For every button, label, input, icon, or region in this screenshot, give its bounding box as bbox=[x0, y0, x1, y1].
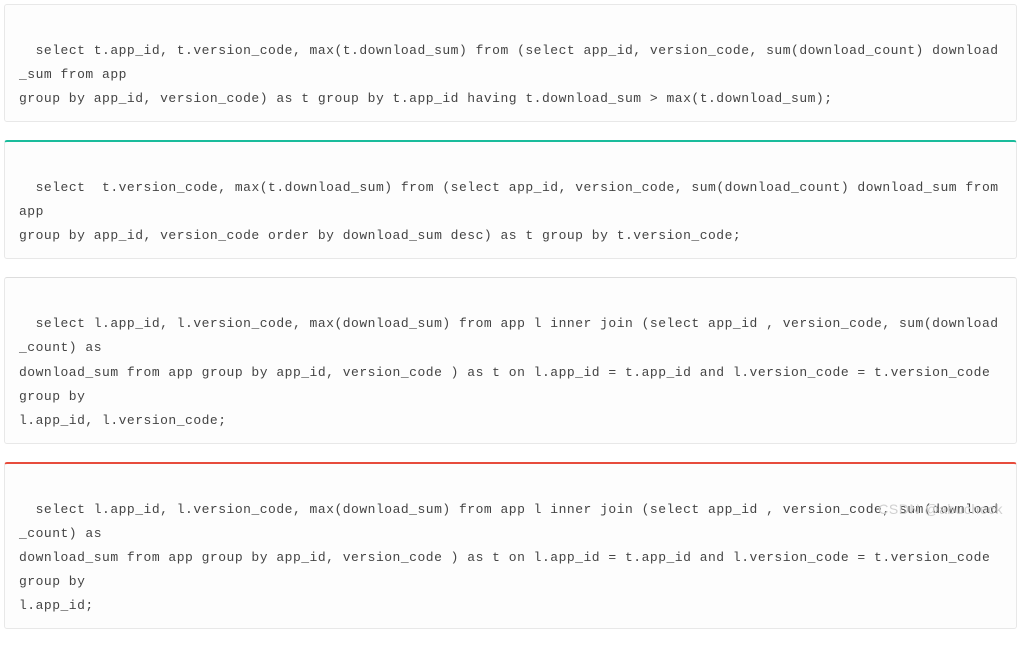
code-text: select t.app_id, t.version_code, max(t.d… bbox=[19, 43, 999, 106]
code-block-4: select l.app_id, l.version_code, max(dow… bbox=[4, 462, 1017, 629]
code-text: select l.app_id, l.version_code, max(dow… bbox=[19, 502, 999, 613]
code-block-2: select t.version_code, max(t.download_su… bbox=[4, 140, 1017, 259]
code-block-3: select l.app_id, l.version_code, max(dow… bbox=[4, 277, 1017, 443]
code-text: select l.app_id, l.version_code, max(dow… bbox=[19, 316, 999, 427]
code-block-1: select t.app_id, t.version_code, max(t.d… bbox=[4, 4, 1017, 122]
code-text: select t.version_code, max(t.download_su… bbox=[19, 180, 1007, 243]
